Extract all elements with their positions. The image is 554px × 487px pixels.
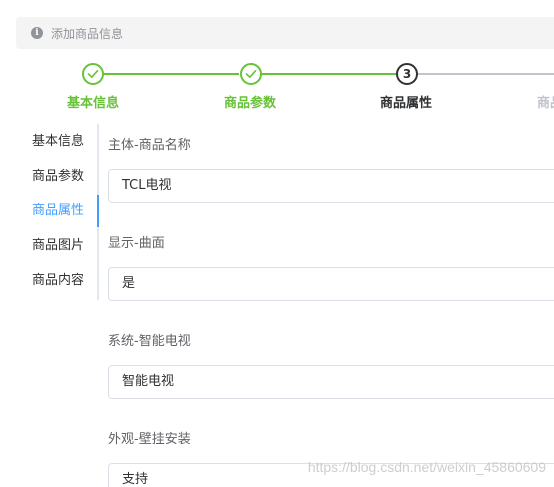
step-4-title: 商品	[537, 96, 554, 111]
tabs-active-bar	[97, 195, 99, 227]
field-input-name[interactable]: TCL电视	[108, 169, 554, 203]
field-input-curved[interactable]: 是	[108, 267, 554, 301]
field-label-name: 主体-商品名称	[108, 138, 191, 153]
field-label-smart-tv: 系统-智能电视	[108, 334, 191, 349]
alert-text: 添加商品信息	[51, 26, 124, 41]
step-line-3	[418, 73, 554, 75]
info-alert: i 添加商品信息	[16, 17, 554, 49]
steps: 3 基本信息 商品参数 商品属性 商品	[0, 60, 554, 112]
add-goods-page: i 添加商品信息 3 基本信息 商品参数 商品属性 商品 基本信息 商品参数 商…	[0, 0, 554, 487]
tab-goods-attrs[interactable]: 商品属性	[0, 194, 84, 228]
vertical-tabs: 基本信息 商品参数 商品属性 商品图片 商品内容	[0, 124, 99, 300]
step-2-title: 商品参数	[224, 96, 277, 111]
tab-basic-info[interactable]: 基本信息	[0, 125, 84, 159]
field-label-curved: 显示-曲面	[108, 236, 165, 251]
step-1-title: 基本信息	[67, 96, 120, 111]
info-icon: i	[31, 27, 43, 39]
field-input-smart-tv[interactable]: 智能电视	[108, 365, 554, 399]
field-label-wall-mount: 外观-壁挂安装	[108, 432, 191, 447]
step-2-check-icon	[240, 63, 262, 85]
tab-goods-params[interactable]: 商品参数	[0, 160, 84, 194]
tab-goods-images[interactable]: 商品图片	[0, 229, 84, 263]
step-line-1	[103, 73, 239, 75]
watermark-text: https://blog.csdn.net/weixin_45860609	[307, 459, 546, 475]
step-1-check-icon	[82, 63, 104, 85]
step-3-number: 3	[402, 67, 412, 81]
tab-goods-content[interactable]: 商品内容	[0, 264, 84, 298]
step-3-title: 商品属性	[380, 96, 433, 111]
step-3-number-icon: 3	[396, 63, 418, 85]
step-line-2	[262, 73, 397, 75]
